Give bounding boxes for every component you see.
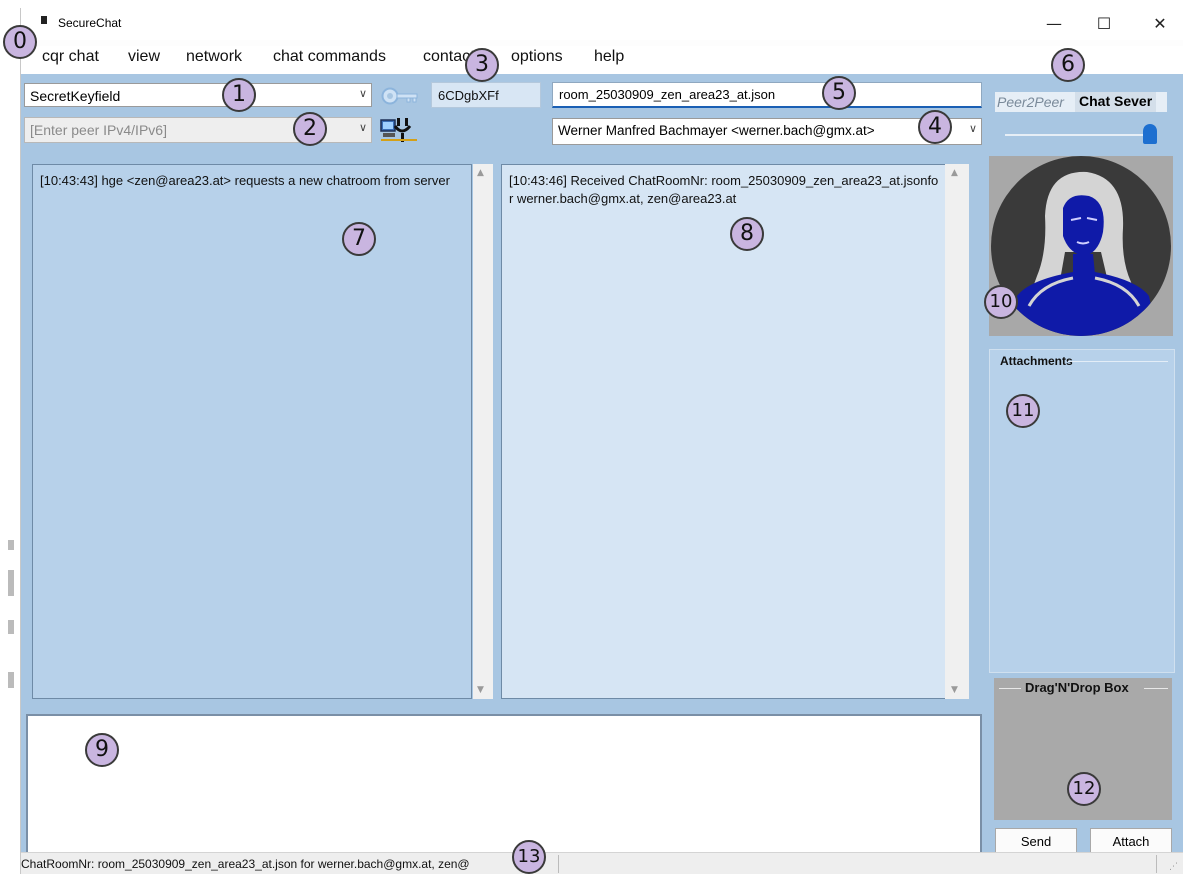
chatroom-file-field[interactable] [553,83,981,106]
attachments-title: Attachments [1000,354,1073,368]
menu-bar: cqr chat view network chat commands cont… [21,46,1183,74]
window-title: SecureChat [58,16,122,30]
mode-peer2peer-label[interactable]: Peer2Peer [997,94,1064,110]
callout-badge: 5 [822,76,856,110]
key-hash-text: 6CDgbXFf [438,88,499,103]
outgoing-chat-panel[interactable]: [10:43:43] hge <zen@area23.at> requests … [32,164,472,699]
callout-badge: 6 [1051,48,1085,82]
drag-drop-frame-line [1144,688,1168,689]
callout-badge: 11 [1006,394,1040,428]
status-separator [1156,855,1157,873]
callout-badge: 12 [1067,772,1101,806]
callout-badge: 1 [222,78,256,112]
attachments-frame-line [1068,361,1168,362]
menu-options[interactable]: options [511,48,563,66]
menu-view[interactable]: view [128,48,160,66]
chatroom-file-input[interactable] [552,82,982,108]
drag-drop-title: Drag'N'Drop Box [1022,680,1132,695]
secret-key-select[interactable]: SecretKeyfield ∨ [24,83,372,107]
mode-chat-server-label[interactable]: Chat Sever [1075,92,1157,112]
menu-help[interactable]: help [594,48,624,66]
connect-button[interactable] [379,116,419,144]
key-icon [381,87,418,105]
key-button[interactable] [379,83,421,109]
maximize-button[interactable]: ☐ [1081,8,1127,40]
incoming-chat-panel[interactable]: [10:43:46] Received ChatRoomNr: room_250… [501,164,951,699]
peer-ip-placeholder: [Enter peer IPv4/IPv6] [30,122,167,138]
mode-tabs: Peer2Peer Chat Sever [995,92,1167,112]
callout-badge: 3 [465,48,499,82]
status-separator [558,855,559,873]
title-bar: SecureChat — ☐ ✕ [21,8,1183,40]
avatar [989,156,1173,336]
callout-badge: 8 [730,217,764,251]
chevron-down-icon: ∨ [358,87,367,100]
callout-badge: 0 [3,25,37,59]
incoming-message: [10:43:46] Received ChatRoomNr: room_250… [509,173,939,206]
scroll-up-icon[interactable]: ▲ [951,168,958,178]
app-icon [41,16,47,24]
outgoing-message: [10:43:43] hge <zen@area23.at> requests … [40,173,450,188]
callout-badge: 13 [512,840,546,874]
status-bar: ChatRoomNr: room_25030909_zen_area23_at.… [21,852,1183,874]
edge-artifact [8,620,14,634]
menu-network[interactable]: network [186,48,242,66]
resize-grip-icon[interactable]: ⋰ [1169,862,1178,872]
key-hash-display: 6CDgbXFf [431,82,541,108]
minimize-button[interactable]: — [1031,8,1077,40]
chevron-down-icon: ∨ [358,121,367,134]
contact-value: Werner Manfred Bachmayer <werner.bach@gm… [558,123,875,138]
close-button[interactable]: ✕ [1137,8,1183,40]
mode-slider-track [1005,134,1155,136]
callout-badge: 10 [984,285,1018,319]
mode-slider-thumb[interactable] [1143,124,1157,144]
message-input-panel[interactable] [26,714,982,855]
callout-badge: 4 [918,110,952,144]
scroll-up-icon[interactable]: ▲ [477,168,484,178]
client-area: SecretKeyfield ∨ 6CDgbXFf [Enter peer IP… [21,74,1183,855]
callout-badge: 2 [293,112,327,146]
drag-drop-frame-line [999,688,1021,689]
menu-chat-commands[interactable]: chat commands [273,48,386,66]
callout-badge: 7 [342,222,376,256]
outgoing-chat-scrollbar[interactable]: ▲ ▼ [473,164,493,699]
securechat-window: SecureChat — ☐ ✕ cqr chat view network c… [20,8,1183,874]
menu-cqr-chat[interactable]: cqr chat [42,48,99,66]
scroll-down-icon[interactable]: ▼ [477,685,484,695]
scroll-down-icon[interactable]: ▼ [951,685,958,695]
secret-key-value: SecretKeyfield [30,88,121,104]
edge-artifact [8,672,14,688]
chevron-down-icon: ∨ [968,122,977,135]
send-button[interactable]: Send [995,828,1077,854]
status-text: ChatRoomNr: room_25030909_zen_area23_at.… [21,857,470,871]
connection-mode-switch[interactable]: Peer2Peer Chat Sever [991,84,1171,150]
callout-badge: 9 [85,733,119,767]
incoming-chat-scrollbar[interactable]: ▲ ▼ [945,164,969,699]
message-input[interactable] [28,716,980,853]
edge-artifact [8,570,14,596]
avatar-image [991,156,1171,336]
edge-artifact [8,540,14,550]
attach-button[interactable]: Attach [1090,828,1172,854]
network-plug-icon [380,118,417,142]
